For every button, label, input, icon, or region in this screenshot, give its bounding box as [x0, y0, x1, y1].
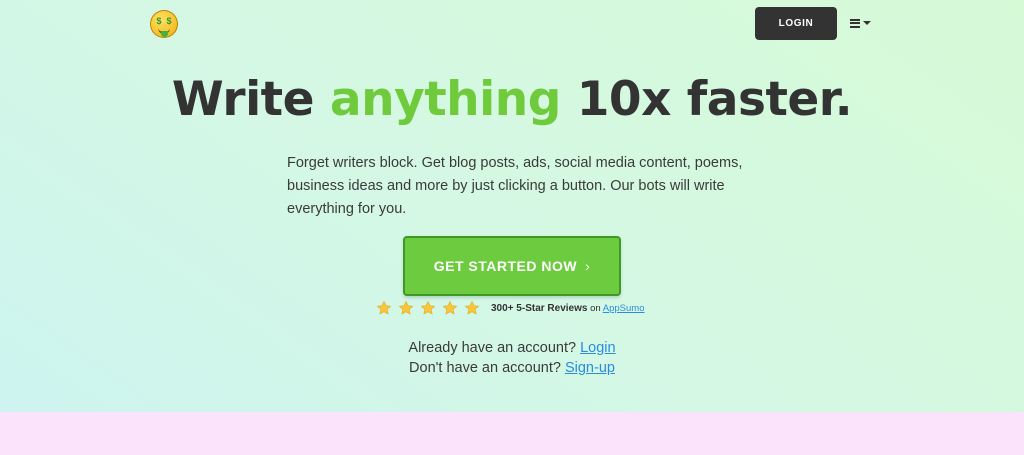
- star-icon: [442, 300, 458, 315]
- star-icon: [398, 300, 414, 315]
- next-section: [0, 412, 1024, 455]
- review-rating: 300+ 5-Star Reviews on AppSumo: [376, 299, 645, 317]
- reviews-count: 300+ 5-Star Reviews: [491, 302, 588, 314]
- login-link[interactable]: Login: [580, 340, 615, 356]
- login-prompt: Already have an account? Login: [408, 340, 616, 356]
- hero-section: $ $ LOGIN Write anything 10x faster. For…: [0, 0, 1024, 412]
- hero-description: Forget writers block. Get blog posts, ad…: [287, 155, 743, 217]
- star-icon: [376, 300, 392, 315]
- signup-link[interactable]: Sign-up: [565, 360, 615, 376]
- chevron-right-icon: ›: [585, 258, 591, 274]
- login-button[interactable]: LOGIN: [755, 7, 837, 40]
- hamburger-menu-icon[interactable]: [850, 15, 874, 31]
- caret-down-icon: [863, 21, 871, 25]
- money-mouth-face-icon[interactable]: $ $: [150, 10, 178, 38]
- get-started-button[interactable]: GET STARTED NOW ›: [403, 236, 621, 296]
- reviews-text: 300+ 5-Star Reviews on AppSumo: [491, 302, 645, 314]
- appsumo-link[interactable]: AppSumo: [603, 303, 645, 314]
- star-icon: [420, 300, 436, 315]
- star-icon: [464, 300, 480, 315]
- signup-prompt: Don't have an account? Sign-up: [409, 360, 615, 376]
- headline-accent: anything: [329, 72, 561, 127]
- page-title: Write anything 10x faster.: [171, 72, 853, 127]
